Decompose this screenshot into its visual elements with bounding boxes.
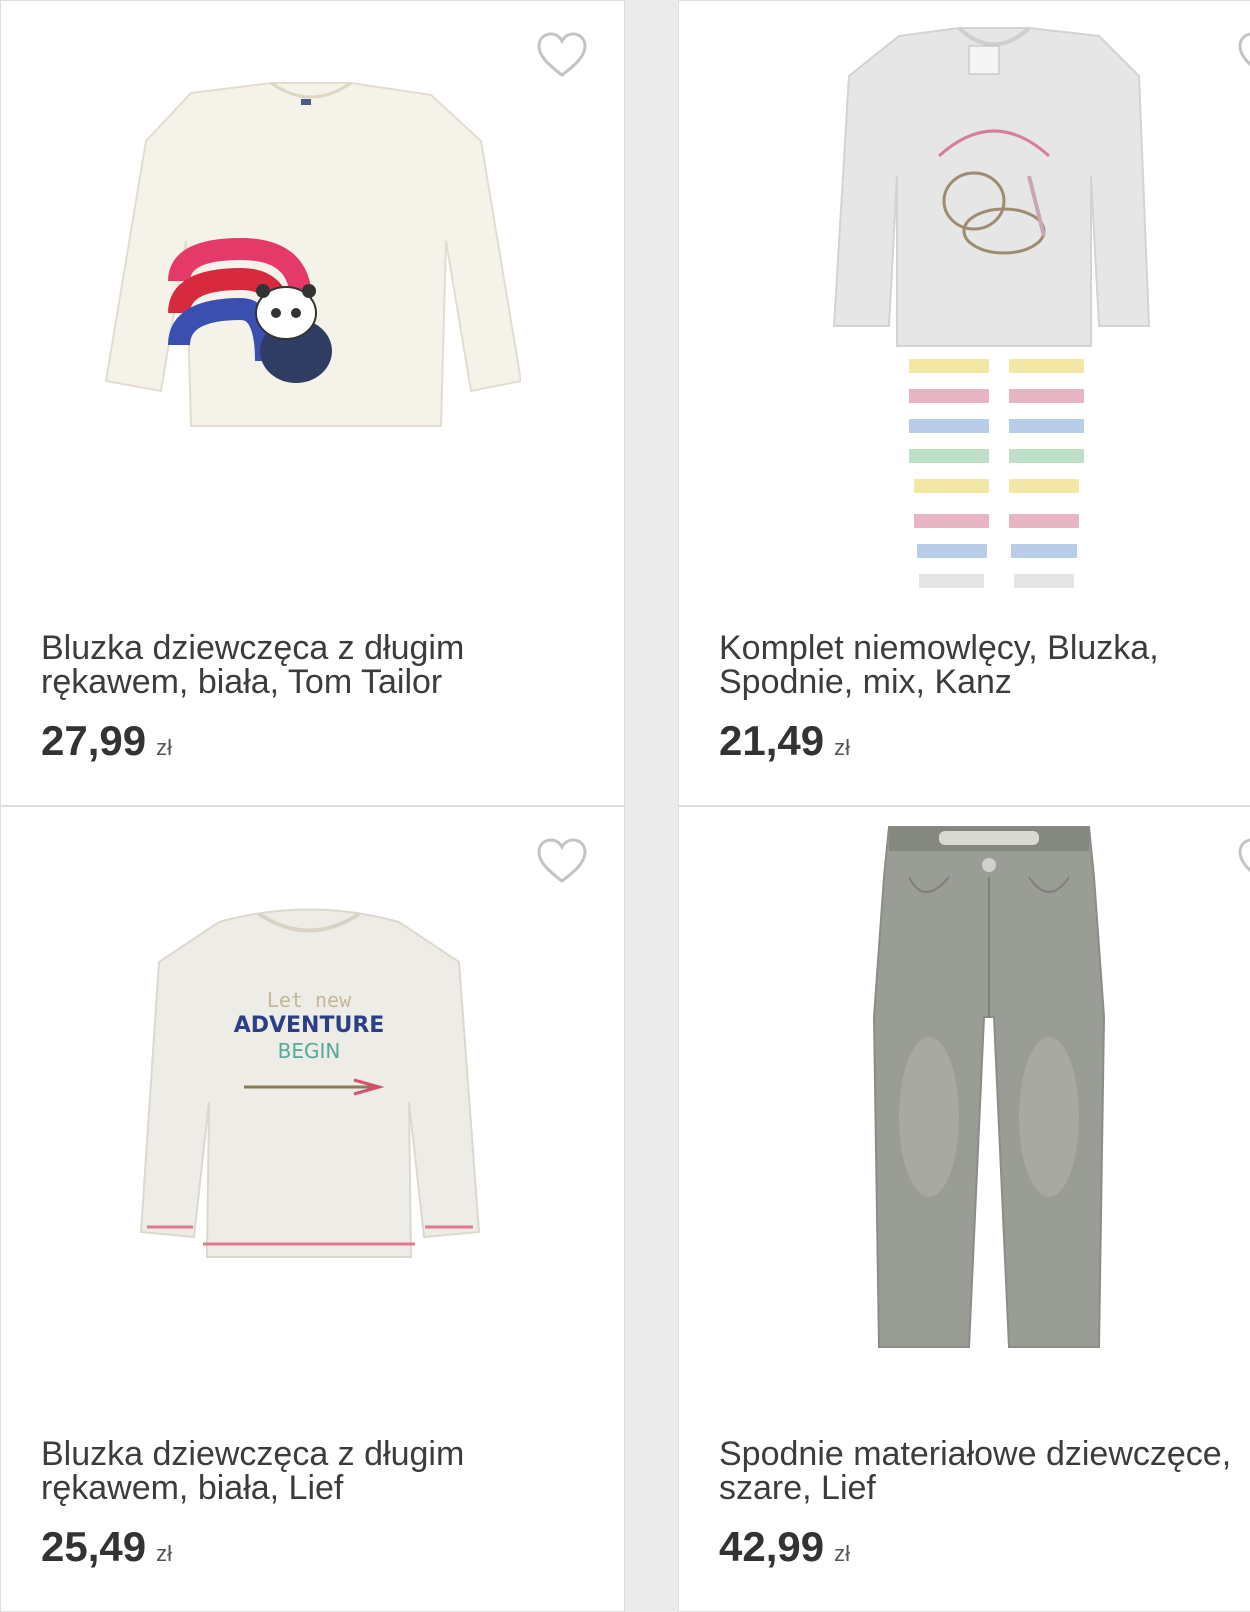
currency: zł — [834, 735, 850, 760]
price-value: 25,49 — [41, 1523, 147, 1570]
product-price: 42,99 zł — [719, 1523, 850, 1571]
currency: zł — [834, 1541, 850, 1566]
product-card[interactable]: Bluzka dziewczęca z długim rękawem, biał… — [0, 0, 625, 806]
product-title[interactable]: Bluzka dziewczęca z długim rękawem, biał… — [41, 631, 601, 699]
svg-text:Let new: Let new — [267, 988, 352, 1012]
product-card[interactable]: Spodnie materiałowe dziewczęce, szare, L… — [678, 806, 1250, 1612]
product-price: 21,49 zł — [719, 717, 850, 765]
currency: zł — [156, 1541, 172, 1566]
svg-text:ADVENTURE: ADVENTURE — [234, 1013, 385, 1038]
product-title[interactable]: Spodnie materiałowe dziewczęce, szare, L… — [719, 1437, 1250, 1505]
product-image[interactable] — [679, 807, 1250, 1417]
product-image[interactable] — [1, 1, 624, 611]
product-title[interactable]: Komplet niemowlęcy, Bluzka, Spodnie, mix… — [719, 631, 1250, 699]
product-image[interactable] — [679, 1, 1250, 611]
product-price: 25,49 zł — [41, 1523, 172, 1571]
product-title[interactable]: Bluzka dziewczęca z długim rękawem, biał… — [41, 1437, 601, 1505]
product-price: 27,99 zł — [41, 717, 172, 765]
product-card[interactable]: Komplet niemowlęcy, Bluzka, Spodnie, mix… — [678, 0, 1250, 806]
price-value: 21,49 — [719, 717, 825, 764]
price-value: 42,99 — [719, 1523, 825, 1570]
product-image[interactable]: Let new ADVENTURE BEGIN — [1, 807, 624, 1417]
price-value: 27,99 — [41, 717, 147, 764]
svg-text:BEGIN: BEGIN — [278, 1039, 341, 1063]
currency: zł — [156, 735, 172, 760]
product-card[interactable]: Let new ADVENTURE BEGIN Bluzka dziewczęc… — [0, 806, 625, 1612]
